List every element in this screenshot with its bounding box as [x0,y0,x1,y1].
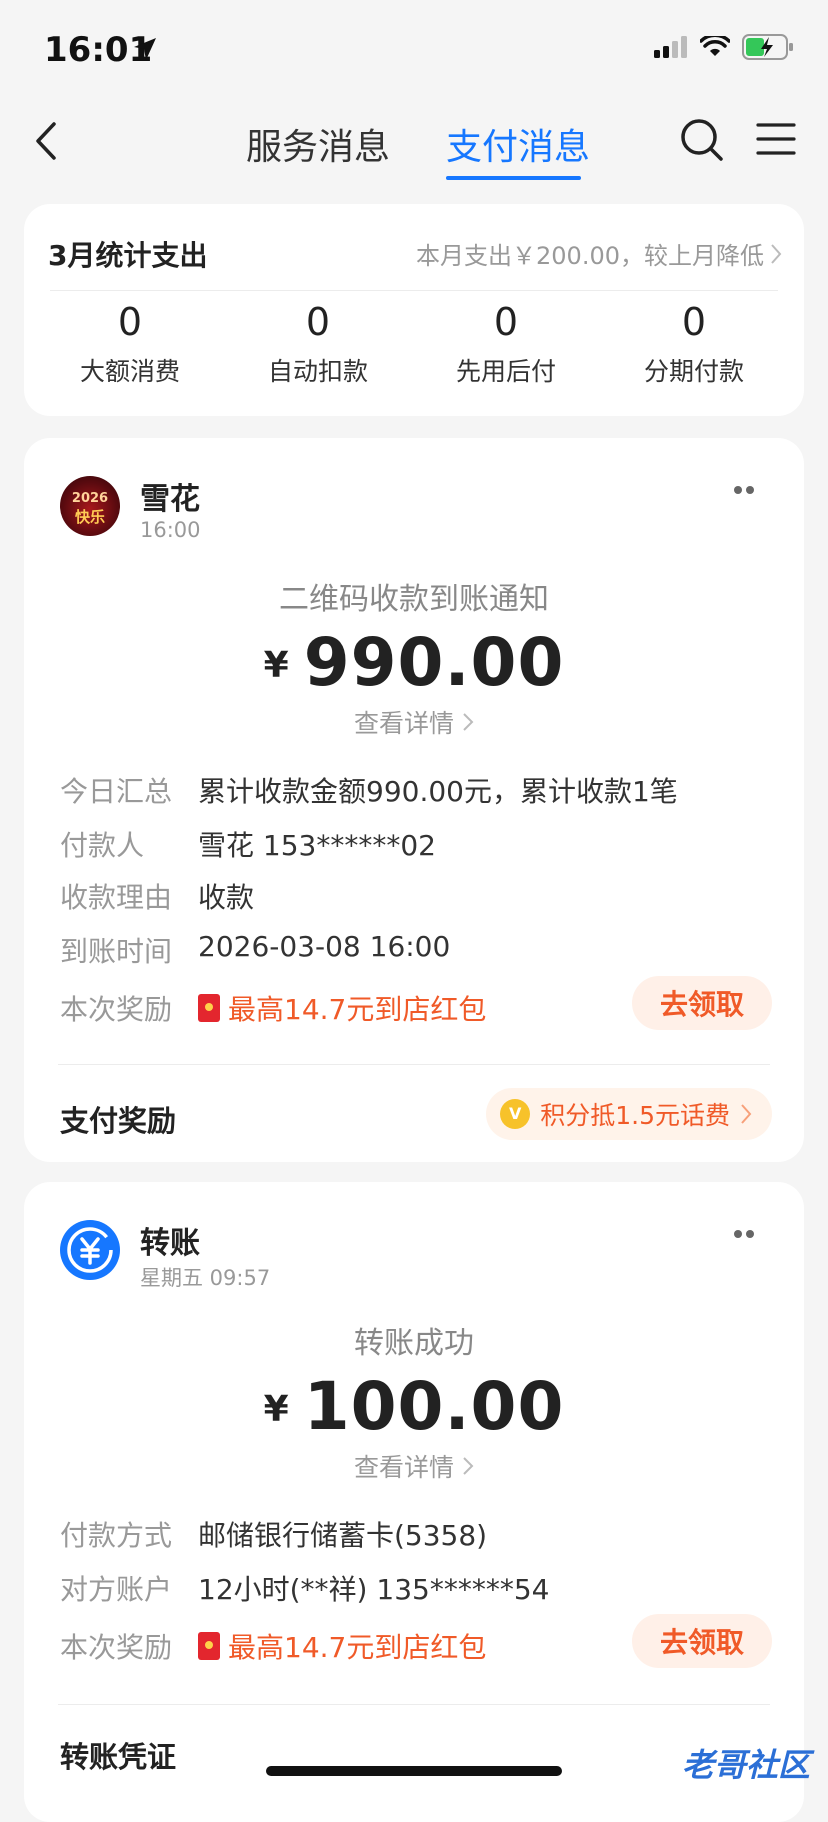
more-options-icon[interactable] [724,480,764,500]
reward-text: 最高14.7元到店红包 [228,993,487,1026]
svg-text:快乐: 快乐 [75,508,105,526]
message-time: 16:00 [140,518,201,542]
row-label: 到账时间 [60,935,173,968]
stat-installment[interactable]: 0 分期付款 [600,300,788,388]
home-indicator [266,1766,562,1776]
reward-label: 本次奖励 [60,1631,173,1664]
stat-buy-now-pay-later[interactable]: 0 先用后付 [412,300,600,388]
avatar[interactable]: 2026 快乐 [60,476,120,536]
stat-value: 0 [493,300,519,344]
tab-payment-messages[interactable]: 支付消息 [446,118,590,170]
battery-charging-icon [742,34,793,60]
row-value: 收款 [198,881,255,914]
view-details-link[interactable]: 查看详情 [24,704,804,740]
row-value: 邮储银行储蓄卡(5358) [198,1519,488,1552]
chevron-right-icon [463,1457,474,1475]
yuan-transfer-icon [67,1227,113,1273]
payment-rewards-label: 支付奖励 [60,1104,177,1138]
amount-display: ¥100.00 [24,1368,804,1445]
svg-text:2026: 2026 [72,491,108,506]
red-packet-icon [198,1632,220,1660]
stat-label: 自动扣款 [267,357,368,386]
row-label: 收款理由 [60,881,173,914]
stats-divider [50,290,778,291]
sender-name: 转账 [140,1226,200,1261]
stat-large-spending[interactable]: 0 大额消费 [36,300,224,388]
amount-value: 990.00 [303,624,565,701]
status-icons [654,34,794,60]
stat-value: 0 [305,300,331,344]
points-offer-text: 积分抵1.5元话费 [540,1101,730,1130]
stat-auto-debit[interactable]: 0 自动扣款 [224,300,412,388]
stat-value: 0 [117,300,143,344]
claim-reward-button[interactable]: 去领取 [632,1614,772,1668]
back-icon[interactable] [28,118,68,164]
amount-value: 100.00 [303,1368,565,1445]
red-packet-icon [198,994,220,1022]
row-value: 雪花 153******02 [198,829,436,862]
view-details-text: 查看详情 [354,1453,455,1482]
view-details-text: 查看详情 [354,709,455,738]
chevron-right-icon [741,1104,752,1124]
location-arrow-icon [134,38,156,60]
row-value: 12小时(**祥) 135******54 [198,1573,550,1606]
reward-label: 本次奖励 [60,993,173,1026]
row-label: 今日汇总 [60,775,173,808]
reward-offer: 最高14.7元到店红包 [198,1626,486,1666]
search-icon[interactable] [680,118,724,162]
notice-title: 二维码收款到账通知 [279,582,549,617]
chevron-right-icon [771,243,782,264]
more-options-icon[interactable] [724,1224,764,1244]
transfer-avatar[interactable] [60,1220,120,1280]
stat-label: 先用后付 [455,357,556,386]
currency-symbol: ¥ [263,1389,290,1430]
reward-text: 最高14.7元到店红包 [228,1631,487,1664]
stat-value: 0 [681,300,707,344]
points-coin-icon [500,1099,531,1129]
row-label: 付款人 [60,829,145,862]
reward-offer: 最高14.7元到店红包 [198,988,486,1028]
cellular-signal-icon [654,36,687,58]
row-value: 累计收款金额990.00元，累计收款1笔 [198,775,678,808]
stats-summary-text: 本月支出￥200.00，较上月降低 [416,242,764,270]
transfer-voucher-label[interactable]: 转账凭证 [60,1734,176,1776]
active-tab-indicator [446,176,581,180]
divider [58,1064,770,1065]
points-offer-button[interactable]: 积分抵1.5元话费 [486,1088,772,1140]
row-value: 2026-03-08 16:00 [198,930,451,963]
row-label: 对方账户 [60,1573,173,1606]
claim-reward-button[interactable]: 去领取 [632,976,772,1030]
sender-name: 雪花 [140,482,200,517]
stats-summary-link[interactable]: 本月支出￥200.00，较上月降低 [416,236,782,271]
notice-title: 转账成功 [354,1326,474,1361]
amount-display: ¥990.00 [24,624,804,701]
avatar-image: 2026 快乐 [72,491,108,526]
currency-symbol: ¥ [263,645,290,686]
stats-title: 3月统计支出 [48,239,208,272]
view-details-link[interactable]: 查看详情 [24,1448,804,1484]
wifi-icon [700,36,730,56]
menu-icon[interactable] [756,122,796,156]
divider [58,1704,770,1705]
message-time: 星期五 09:57 [140,1266,271,1290]
tab-service-messages[interactable]: 服务消息 [246,118,390,170]
watermark-logo: 老哥社区 [681,1746,810,1784]
row-label: 付款方式 [60,1519,173,1552]
chevron-right-icon [463,713,474,731]
stat-label: 大额消费 [79,357,180,386]
stat-label: 分期付款 [643,357,744,386]
